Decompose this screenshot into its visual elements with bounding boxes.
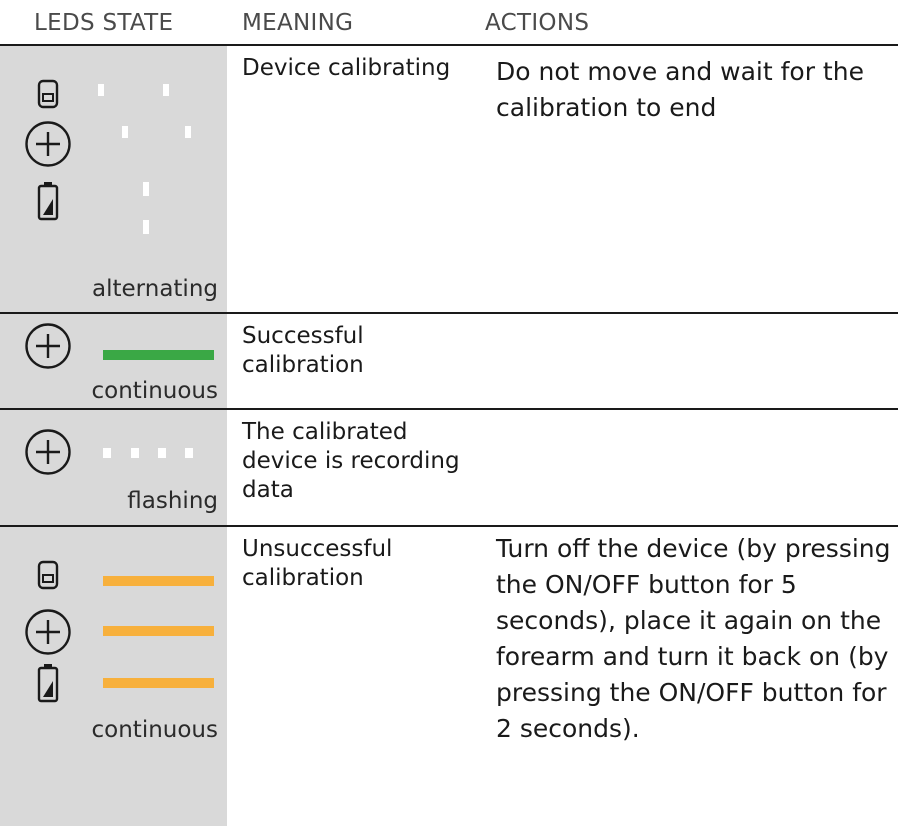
meaning-text: Successful calibration	[242, 323, 364, 378]
meaning-text: Unsuccessful calibration	[242, 536, 393, 591]
led-blink-indicator	[103, 448, 111, 458]
led-blink-indicator	[185, 448, 193, 458]
led-blink-indicator	[122, 126, 128, 138]
led-blink-indicator	[163, 84, 169, 96]
table-row: continuous Unsuccessful calibration Turn…	[0, 527, 898, 826]
actions-text: Do not move and wait for the calibration…	[496, 57, 864, 122]
led-blink-indicator	[143, 220, 149, 234]
led-mode-label: flashing	[127, 488, 218, 514]
leds-state-cell: continuous	[0, 314, 227, 408]
led-blink-indicator	[158, 448, 166, 458]
meaning-text: Device calibrating	[242, 55, 451, 81]
led-mode-label: continuous	[91, 717, 219, 743]
leds-state-cell: alternating	[0, 46, 227, 312]
column-header-leds-state: LEDS STATE	[34, 10, 174, 36]
sd-card-icon	[37, 560, 59, 590]
battery-icon	[37, 182, 59, 221]
led-mode-label: continuous	[91, 378, 219, 404]
plus-circle-icon	[25, 609, 71, 655]
led-bar	[103, 626, 214, 636]
led-states-table: LEDS STATE MEANING ACTIONS alternating D…	[0, 0, 898, 826]
actions-text: Turn off the device (by pressing the ON/…	[496, 534, 891, 743]
plus-circle-icon	[25, 429, 71, 475]
led-blink-indicator	[143, 182, 149, 196]
led-blink-indicator	[185, 126, 191, 138]
meaning-text: The calibrated device is recording data	[242, 419, 460, 503]
leds-state-cell: continuous	[0, 527, 227, 826]
led-bar	[103, 678, 214, 688]
led-blink-indicator	[98, 84, 104, 96]
led-bar	[103, 576, 214, 586]
table-row: alternating Device calibrating Do not mo…	[0, 46, 898, 312]
led-blink-indicator	[131, 448, 139, 458]
plus-circle-icon	[25, 323, 71, 369]
leds-state-cell: flashing	[0, 410, 227, 525]
table-row: flashing The calibrated device is record…	[0, 410, 898, 525]
led-mode-label: alternating	[92, 276, 218, 302]
led-bar	[103, 350, 214, 360]
battery-icon	[37, 664, 59, 703]
table-row: continuous Successful calibration	[0, 314, 898, 408]
column-header-meaning: MEANING	[242, 10, 354, 36]
plus-circle-icon	[25, 121, 71, 167]
column-header-actions: ACTIONS	[485, 10, 590, 36]
sd-card-icon	[37, 79, 59, 109]
